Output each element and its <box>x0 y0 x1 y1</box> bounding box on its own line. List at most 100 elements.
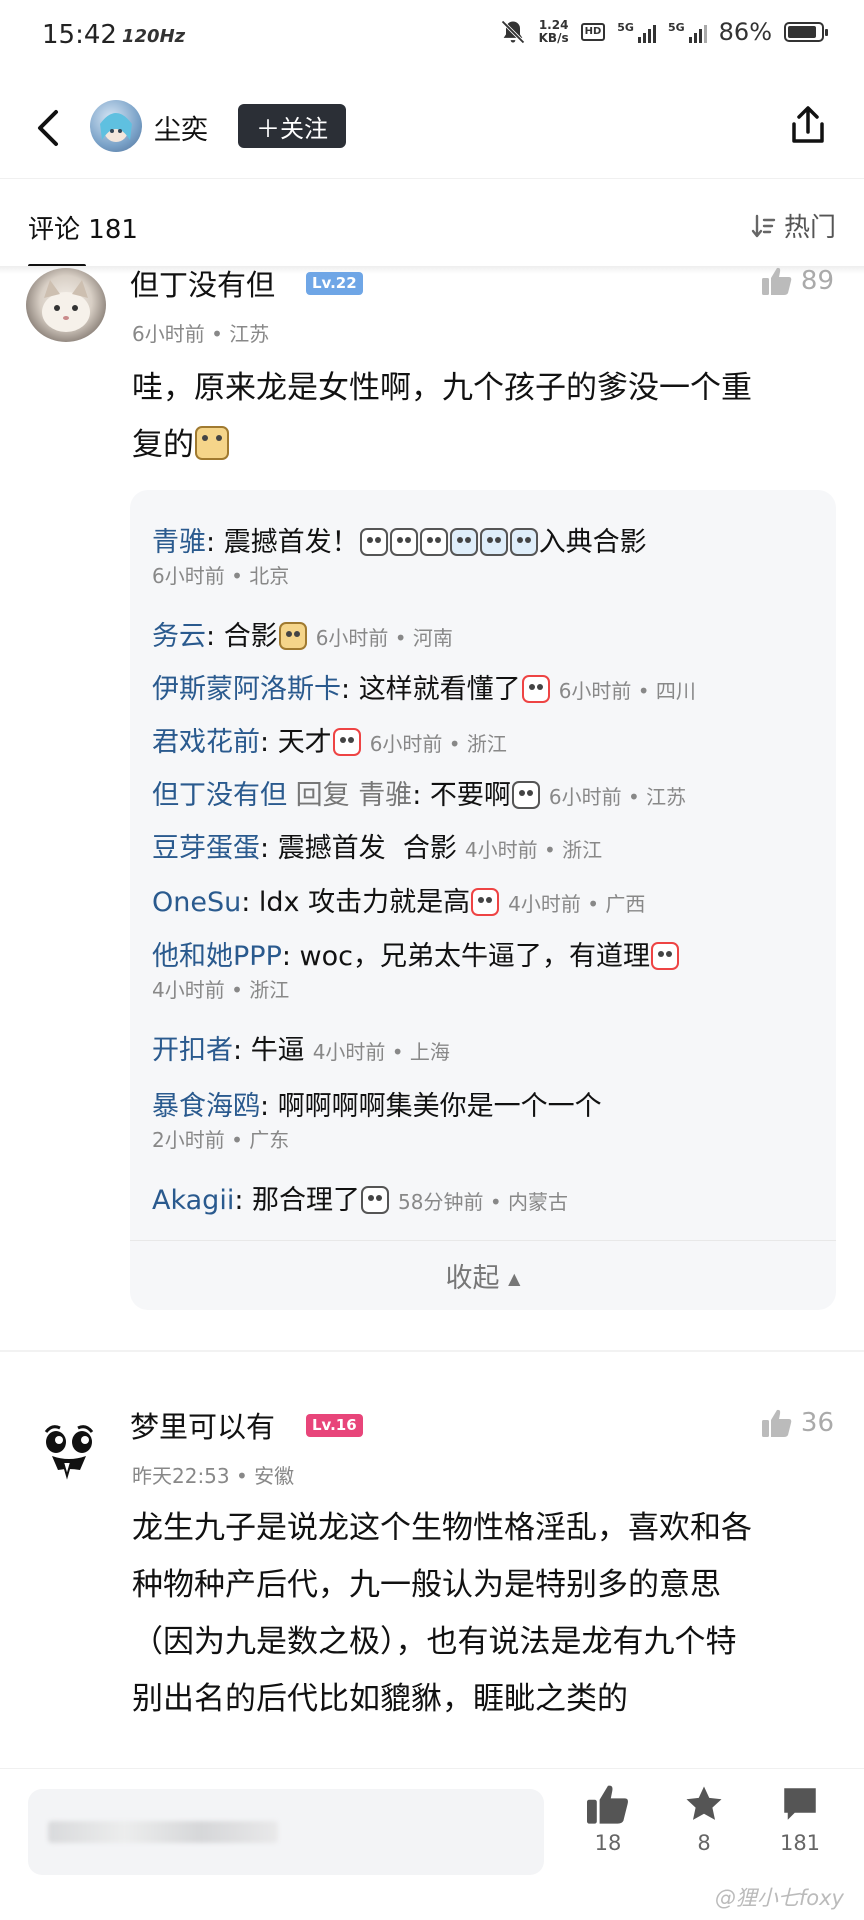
reply-meta: 4小时前 • 广西 <box>508 892 646 916</box>
reply-meta: 6小时前 • 浙江 <box>369 732 507 756</box>
level-badge: Lv.22 <box>306 272 363 295</box>
follow-button[interactable]: ＋关注 <box>238 104 346 148</box>
battery-icon <box>784 22 828 42</box>
reply-item[interactable]: 君戏花前: 天才 6小时前 • 浙江 <box>152 720 507 759</box>
comment-meta: 昨天22:53 • 安徽 <box>132 1464 295 1488</box>
reply-item[interactable]: 开扣者: 牛逼 4小时前 • 上海 <box>152 1028 450 1067</box>
reply-text: 合影 <box>223 621 278 652</box>
reply-text: 震撼首发！ <box>223 527 359 558</box>
reply-item[interactable]: 务云: 合影 6小时前 • 河南 <box>152 614 453 653</box>
reply-username: OneSu <box>152 887 242 918</box>
refresh-rate: 120Hz <box>122 26 186 47</box>
sort-icon <box>751 214 776 237</box>
author-avatar[interactable] <box>90 100 142 152</box>
comment-username[interactable]: 梦里可以有 <box>130 1404 275 1446</box>
reply-item[interactable]: 暴食海鸥: 啊啊啊啊集美你是一个一个 2小时前 • 广东 <box>152 1084 602 1152</box>
reply-text: 那合理了 <box>252 1185 361 1216</box>
reply-username: Akagii <box>152 1185 235 1216</box>
sort-dropdown[interactable]: 热门 <box>750 207 836 244</box>
emoji-icon <box>278 622 307 650</box>
battery-percent: 86% <box>718 18 772 46</box>
emoji-icon <box>521 675 550 703</box>
emoji-icon <box>419 528 448 556</box>
comment-bubble-icon <box>784 1788 816 1820</box>
reply-username: 君戏花前 <box>152 727 260 758</box>
reply-meta: 6小时前 • 北京 <box>152 564 290 588</box>
reply-item[interactable]: 豆芽蛋蛋: 震撼首发 合影 4小时前 • 浙江 <box>152 826 602 865</box>
reply-username: 但丁没有但 <box>152 780 287 811</box>
emoji-icon <box>479 528 508 556</box>
reply-meta: 6小时前 • 江苏 <box>548 785 687 809</box>
emoji-icon <box>361 1186 390 1214</box>
reply-username: 暴食海鸥 <box>152 1091 260 1122</box>
reply-username: 伊斯蒙阿洛斯卡 <box>152 674 341 705</box>
collapse-replies-button[interactable]: 收起 ▲ <box>130 1256 836 1295</box>
star-icon <box>686 1786 722 1820</box>
caret-up-icon: ▲ <box>508 1269 521 1288</box>
reply-username: 青骓 <box>152 527 206 558</box>
reply-username: 豆芽蛋蛋 <box>152 833 260 864</box>
emoji-icon <box>449 528 478 556</box>
commenter-avatar[interactable] <box>26 268 106 342</box>
reply-item[interactable]: OneSu: ldx 攻击力就是高 4小时前 • 广西 <box>152 880 645 919</box>
reply-text: 回复 <box>295 780 350 811</box>
reply-text: 啊啊啊啊集美你是一个一个 <box>277 1091 602 1122</box>
author-name[interactable]: 尘奕 <box>154 108 208 147</box>
reply-meta: 6小时前 • 四川 <box>558 679 696 703</box>
emoji-icon <box>359 528 388 556</box>
reply-meta: 2小时前 • 广东 <box>152 1128 290 1152</box>
sort-label: 热门 <box>783 213 836 243</box>
reply-text: 不要啊 <box>429 780 511 811</box>
reply-text: 震撼首发 合影 <box>277 833 457 864</box>
input-placeholder <box>48 1821 278 1843</box>
comment-like-button[interactable]: 36 <box>761 1408 834 1438</box>
comment-separator <box>0 1350 864 1352</box>
like-count: 36 <box>800 1408 834 1438</box>
signal-icon-2: 5G <box>668 21 707 43</box>
comment-meta: 6小时前 • 江苏 <box>132 322 270 346</box>
comment-like-button[interactable]: 89 <box>761 266 834 296</box>
thumbs-up-icon <box>761 267 792 295</box>
hd-badges: HD <box>580 23 606 41</box>
signal-icon-1: 5G <box>617 21 656 43</box>
reply-meta: 6小时前 • 河南 <box>315 626 453 650</box>
reply-meta: 58分钟前 • 内蒙古 <box>398 1190 568 1214</box>
emoji-icon <box>511 781 540 809</box>
reply-text: 天才 <box>277 727 332 758</box>
comments-header: 评论 181 热门 <box>0 178 864 269</box>
reply-text: woc，兄弟太牛逼了，有道理 <box>299 941 650 972</box>
reply-username: 他和她PPP <box>152 941 282 972</box>
thumbs-up-icon <box>587 1785 628 1824</box>
emoji-icon <box>509 528 538 556</box>
like-count: 89 <box>800 266 834 296</box>
reply-item[interactable]: 青骓: 震撼首发！ 入典合影 6小时前 • 北京 <box>152 520 647 588</box>
share-icon[interactable] <box>786 104 830 148</box>
collapse-divider <box>130 1240 836 1241</box>
reply-meta: 4小时前 • 浙江 <box>152 978 290 1002</box>
watermark: @狸小七foxy <box>714 1886 844 1910</box>
emoji-icon <box>471 888 500 916</box>
status-bar: 15:42 120Hz 1.24 KB/s HD 5G 5G 86% <box>0 0 864 72</box>
comment-text: 龙生九子是说龙这个生物性格淫乱，喜欢和各 种物种产后代，九一般认为是特别多的意思… <box>132 1510 752 1717</box>
reply-text: ldx 攻击力就是高 <box>258 887 471 918</box>
reply-text: 青骓 <box>358 780 413 811</box>
reply-item[interactable]: 但丁没有但 回复 青骓: 不要啊 6小时前 • 江苏 <box>152 773 686 812</box>
status-time: 15:42 <box>42 20 117 50</box>
reply-item[interactable]: Akagii: 那合理了 58分钟前 • 内蒙古 <box>152 1178 568 1217</box>
commenter-avatar[interactable] <box>30 1410 108 1488</box>
comments-button[interactable]: 181 <box>770 1783 830 1855</box>
thumbs-up-icon <box>761 1409 792 1437</box>
comment-input[interactable] <box>28 1789 544 1875</box>
reply-meta: 4小时前 • 上海 <box>312 1040 450 1064</box>
comments-title: 评论 181 <box>28 215 138 245</box>
reply-item[interactable]: 他和她PPP: woc，兄弟太牛逼了，有道理 4小时前 • 浙江 <box>152 934 680 1002</box>
back-arrow-icon[interactable] <box>32 108 68 148</box>
emoji-icon <box>332 728 361 756</box>
post-header: 尘奕 ＋关注 <box>0 86 864 170</box>
favorite-button[interactable]: 8 <box>674 1783 734 1855</box>
reply-item[interactable]: 伊斯蒙阿洛斯卡: 这样就看懂了 6小时前 • 四川 <box>152 667 696 706</box>
level-badge: Lv.16 <box>306 1414 363 1437</box>
comment-username[interactable]: 但丁没有但 <box>130 262 275 304</box>
like-post-button[interactable]: 18 <box>578 1783 638 1855</box>
emoji-icon <box>651 942 679 970</box>
